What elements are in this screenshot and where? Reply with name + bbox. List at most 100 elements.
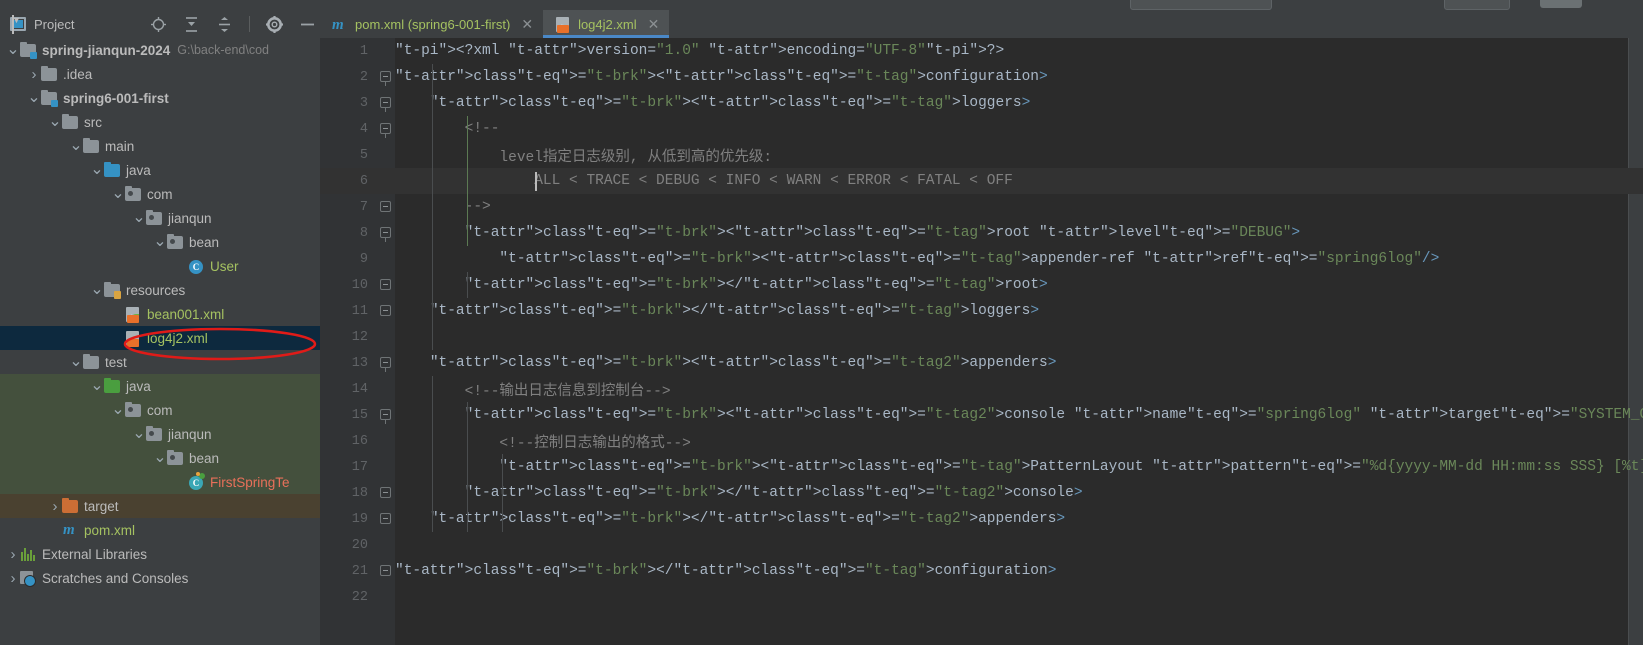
- code-fold-toggle[interactable]: [380, 357, 391, 372]
- toolbar-field-placeholder[interactable]: [1444, 0, 1510, 10]
- editor-tab-bar[interactable]: m pom.xml (spring6-001-first) ✕ <> log4j2.xm…: [320, 10, 1643, 39]
- code-fold-toggle[interactable]: [380, 123, 391, 138]
- code-line[interactable]: 1 "t-pi"><?xml "t-attr">version="1.0" "t-…: [320, 38, 1643, 64]
- code-line[interactable]: 22: [320, 584, 1643, 610]
- toolbar-button-placeholder[interactable]: [1540, 0, 1582, 8]
- code-line[interactable]: 11 "t-attr">class"t-eq">="t-brk"></"t-at…: [320, 298, 1643, 324]
- code-line[interactable]: 6 ALL < TRACE < DEBUG < INFO < WARN < ER…: [320, 168, 1643, 194]
- tree-node-log4j2-xml[interactable]: <> log4j2.xml: [0, 326, 320, 350]
- chevron-down-icon[interactable]: ⌄: [111, 182, 125, 206]
- tree-node-test[interactable]: ⌄ test: [0, 350, 320, 374]
- gear-icon[interactable]: [266, 15, 283, 33]
- chevron-down-icon[interactable]: ⌄: [6, 38, 20, 62]
- tree-node-user[interactable]: C User: [0, 254, 320, 278]
- code-line[interactable]: 19 "t-attr">class"t-eq">="t-brk"></"t-at…: [320, 506, 1643, 532]
- chevron-down-icon[interactable]: ⌄: [48, 110, 62, 134]
- code-line[interactable]: 21 "t-attr">class"t-eq">="t-brk"></"t-att…: [320, 558, 1643, 584]
- editor-tab-log4j2-xml[interactable]: <> log4j2.xml ✕: [543, 10, 670, 38]
- tree-node-com[interactable]: ⌄ com: [0, 398, 320, 422]
- code-line[interactable]: 16 <!--控制日志输出的格式-->: [320, 428, 1643, 454]
- code-line[interactable]: 13 "t-attr">class"t-eq">="t-brk"><"t-att…: [320, 350, 1643, 376]
- code-line[interactable]: 18 "t-attr">class"t-eq">="t-brk"></"t-at…: [320, 480, 1643, 506]
- chevron-down-icon[interactable]: ⌄: [132, 422, 146, 446]
- code-editor[interactable]: 1 "t-pi"><?xml "t-attr">version="1.0" "t-…: [320, 38, 1643, 645]
- tree-node-target[interactable]: › target: [0, 494, 320, 518]
- chevron-down-icon[interactable]: ⌄: [27, 86, 41, 110]
- code-fold-toggle[interactable]: [380, 487, 391, 498]
- collapse-all-icon[interactable]: [183, 16, 200, 33]
- tree-node-bean[interactable]: ⌄ bean: [0, 446, 320, 470]
- close-icon[interactable]: ✕: [648, 17, 660, 31]
- code-line[interactable]: 4 <!--: [320, 116, 1643, 142]
- code-line[interactable]: 14 <!--输出日志信息到控制台-->: [320, 376, 1643, 402]
- tree-node-resources[interactable]: ⌄ resources: [0, 278, 320, 302]
- tree-node-spring6-001-first[interactable]: ⌄ spring6-001-first: [0, 86, 320, 110]
- tree-node-main[interactable]: ⌄ main: [0, 134, 320, 158]
- code-fold-toggle[interactable]: [380, 227, 391, 242]
- code-fold-toggle[interactable]: [380, 409, 391, 424]
- tree-node-jianqun[interactable]: ⌄ jianqun: [0, 206, 320, 230]
- code-fold-toggle[interactable]: [380, 71, 391, 86]
- code-fold-toggle[interactable]: [380, 305, 391, 316]
- code-line[interactable]: 8 "t-attr">class"t-eq">="t-brk"><"t-attr…: [320, 220, 1643, 246]
- chevron-right-icon[interactable]: ›: [27, 62, 41, 86]
- code-line[interactable]: 20: [320, 532, 1643, 558]
- tree-node-pom-xml[interactable]: m pom.xml: [0, 518, 320, 542]
- code-line[interactable]: 9 "t-attr">class"t-eq">="t-brk"><"t-attr…: [320, 246, 1643, 272]
- code-line-text: "t-attr">class"t-eq">="t-brk"><"t-attr">…: [429, 355, 1057, 371]
- toolbar-combo-placeholder[interactable]: [1130, 0, 1272, 10]
- code-line[interactable]: 7 -->: [320, 194, 1643, 220]
- code-line[interactable]: 12: [320, 324, 1643, 350]
- tree-node-java[interactable]: ⌄ java: [0, 374, 320, 398]
- tree-node-firstspringte[interactable]: C FirstSpringTe: [0, 470, 320, 494]
- tree-node-spring-jianqun-2024[interactable]: ⌄ spring-jianqun-2024 G:\back-end\cod: [0, 38, 320, 62]
- chevron-down-icon[interactable]: ⌄: [90, 278, 104, 302]
- tree-node-jianqun[interactable]: ⌄ jianqun: [0, 422, 320, 446]
- tree-node-bean[interactable]: ⌄ bean: [0, 230, 320, 254]
- tree-node-label: spring6-001-first: [63, 90, 169, 106]
- code-fold-toggle[interactable]: [380, 565, 391, 576]
- code-line[interactable]: 17 "t-attr">class"t-eq">="t-brk"><"t-att…: [320, 454, 1643, 480]
- tree-node-java[interactable]: ⌄ java: [0, 158, 320, 182]
- project-tree[interactable]: ⌄ spring-jianqun-2024 G:\back-end\cod › .ide…: [0, 38, 320, 645]
- hide-window-icon[interactable]: [299, 16, 316, 33]
- tree-node-label: FirstSpringTe: [210, 474, 290, 490]
- line-number: 2: [359, 69, 368, 85]
- tree-node-label: resources: [126, 282, 186, 298]
- code-fold-toggle[interactable]: [380, 97, 391, 112]
- close-icon[interactable]: ✕: [521, 17, 533, 31]
- chevron-down-icon[interactable]: ⌄: [153, 446, 167, 470]
- tree-node-src[interactable]: ⌄ src: [0, 110, 320, 134]
- code-line[interactable]: 5 level指定日志级别, 从低到高的优先级:: [320, 142, 1643, 168]
- chevron-down-icon[interactable]: ⌄: [153, 230, 167, 254]
- folder-icon: [83, 137, 100, 155]
- code-line[interactable]: 3 "t-attr">class"t-eq">="t-brk"><"t-attr…: [320, 90, 1643, 116]
- chevron-down-icon[interactable]: ⌄: [90, 374, 104, 398]
- chevron-down-icon[interactable]: ⌄: [69, 134, 83, 158]
- chevron-down-icon[interactable]: ⌄: [69, 350, 83, 374]
- chevron-right-icon[interactable]: ›: [6, 542, 20, 566]
- chevron-down-icon[interactable]: ⌄: [111, 398, 125, 422]
- tree-node-bean001-xml[interactable]: < bean001.xml: [0, 302, 320, 326]
- tree-node--idea[interactable]: › .idea: [0, 62, 320, 86]
- target-folder-icon: [62, 497, 79, 515]
- code-line[interactable]: 10 "t-attr">class"t-eq">="t-brk"></"t-at…: [320, 272, 1643, 298]
- code-fold-toggle[interactable]: [380, 279, 391, 290]
- chevron-down-icon[interactable]: ▼: [12, 14, 21, 34]
- chevron-down-icon[interactable]: ⌄: [90, 158, 104, 182]
- tree-node-scratches-and-consoles[interactable]: › Scratches and Consoles: [0, 566, 320, 590]
- code-fold-toggle[interactable]: [380, 201, 391, 212]
- locate-icon[interactable]: [150, 16, 167, 33]
- test-root-folder-icon: [104, 377, 121, 395]
- chevron-right-icon[interactable]: ›: [6, 566, 20, 590]
- code-line-text: "t-attr">class"t-eq">="t-brk"></"t-attr"…: [395, 563, 1057, 579]
- expand-all-icon[interactable]: [216, 16, 233, 33]
- editor-tab-pom-xml[interactable]: m pom.xml (spring6-001-first) ✕: [320, 10, 543, 38]
- tree-node-com[interactable]: ⌄ com: [0, 182, 320, 206]
- chevron-right-icon[interactable]: ›: [48, 494, 62, 518]
- code-fold-toggle[interactable]: [380, 513, 391, 524]
- tree-node-external-libraries[interactable]: › External Libraries: [0, 542, 320, 566]
- code-line[interactable]: 2 "t-attr">class"t-eq">="t-brk"><"t-attr"…: [320, 64, 1643, 90]
- code-line[interactable]: 15 "t-attr">class"t-eq">="t-brk"><"t-att…: [320, 402, 1643, 428]
- chevron-down-icon[interactable]: ⌄: [132, 206, 146, 230]
